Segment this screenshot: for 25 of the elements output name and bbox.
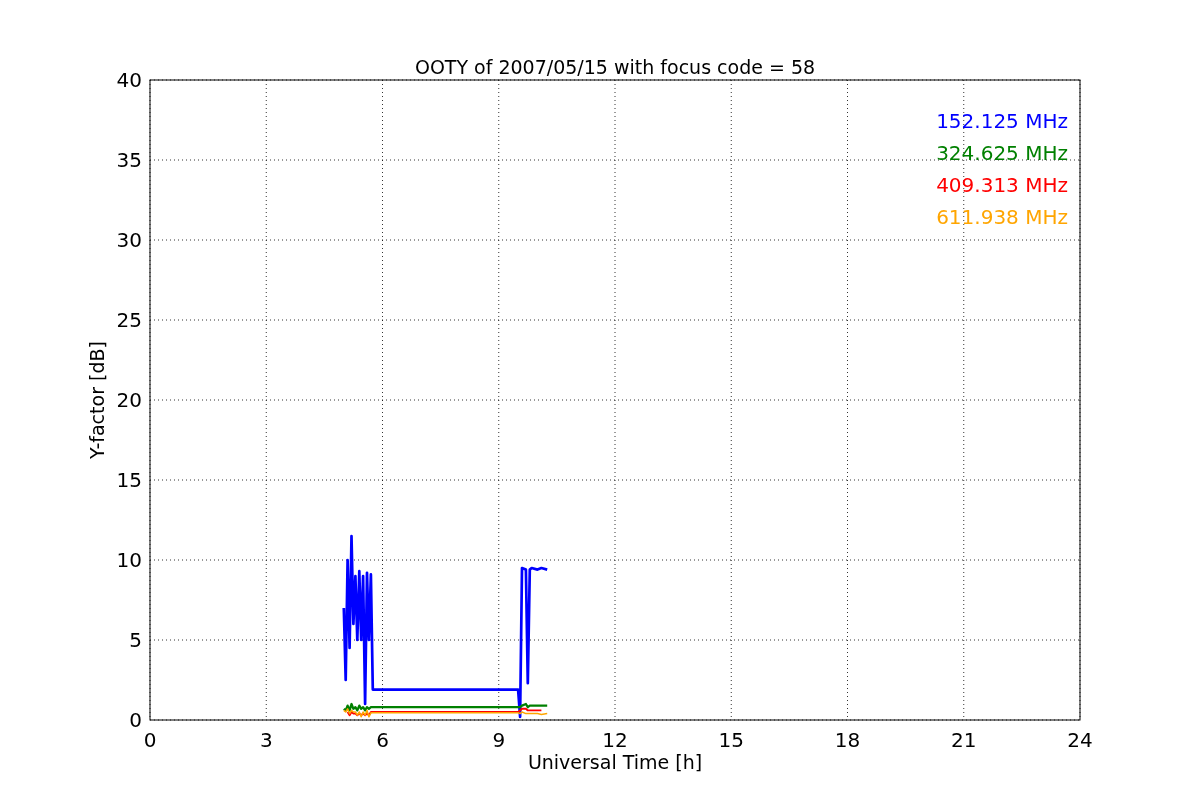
chart-title: OOTY of 2007/05/15 with focus code = 58	[414, 56, 816, 78]
x-tick-label: 0	[143, 728, 157, 752]
y-tick-label: 25	[116, 308, 142, 332]
legend-label: 611.938 MHz	[936, 205, 1068, 229]
y-tick-label: 35	[116, 148, 142, 172]
legend-label: 152.125 MHz	[936, 109, 1068, 133]
x-axis-label: Universal Time [h]	[527, 751, 703, 773]
x-tick-label: 21	[951, 728, 977, 752]
x-tick-label: 12	[602, 728, 628, 752]
x-tick-label: 6	[376, 728, 389, 752]
legend-label: 409.313 MHz	[936, 173, 1068, 197]
x-tick-label: 15	[718, 728, 744, 752]
y-tick-label: 5	[129, 628, 142, 652]
y-tick-label: 15	[116, 468, 142, 492]
y-tick-label: 30	[116, 228, 142, 252]
legend-label: 324.625 MHz	[936, 141, 1068, 165]
x-tick-label: 18	[834, 728, 861, 752]
y-tick-label: 0	[129, 708, 142, 732]
y-tick-label: 20	[116, 388, 142, 412]
x-tick-label: 3	[259, 728, 273, 752]
y-tick-label: 10	[116, 548, 142, 572]
x-tick-label: 9	[492, 728, 506, 752]
x-tick-label: 24	[1067, 728, 1093, 752]
y-axis-label: Y-factor [dB]	[86, 341, 108, 459]
y-tick-label: 40	[116, 68, 142, 92]
